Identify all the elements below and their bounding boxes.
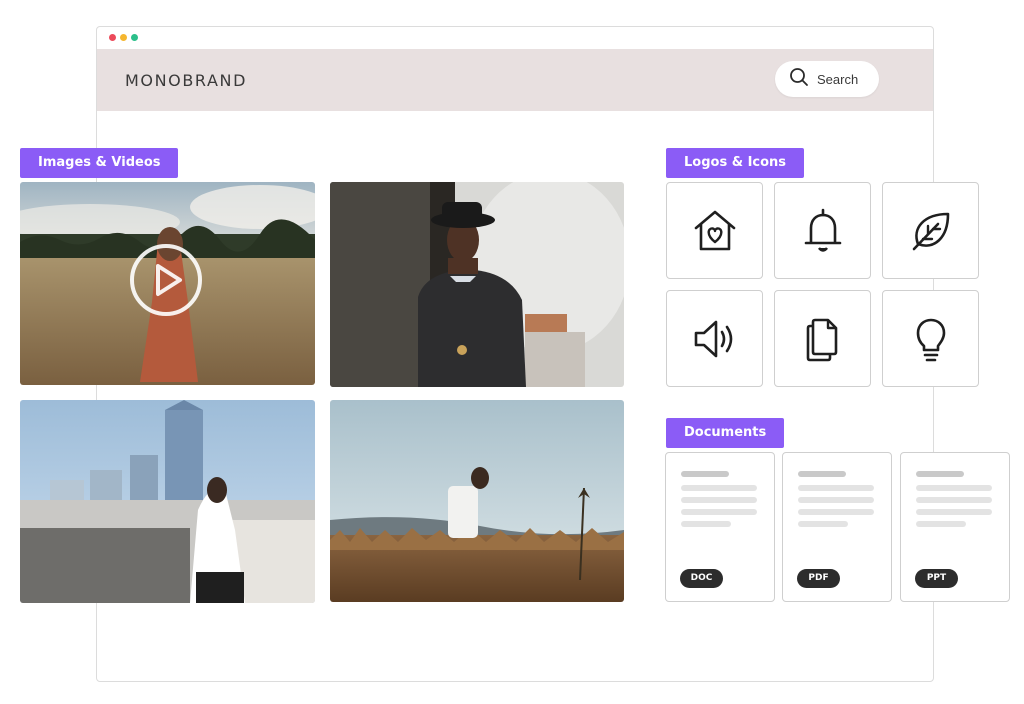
photo-man-wheat-field[interactable] [330, 400, 624, 602]
search-icon [789, 67, 809, 92]
ppt-type-badge: PPT [915, 569, 958, 588]
doc-text-line [798, 521, 848, 527]
documents-tag: Documents [666, 418, 785, 448]
doc-text-line [681, 521, 731, 527]
maximize-dot[interactable] [131, 34, 138, 41]
doc-text-line [916, 521, 966, 527]
video-thumbnail-woman-field[interactable] [20, 182, 315, 385]
brand-header: MONOBRAND Search [97, 49, 933, 111]
search-button[interactable]: Search [775, 61, 879, 97]
pdf-type-badge: PDF [797, 569, 840, 588]
doc-text-line [798, 485, 874, 491]
doc-text-line [916, 509, 992, 515]
window-controls [109, 34, 138, 41]
doc-text-line [681, 509, 757, 515]
search-label: Search [817, 71, 859, 87]
doc-title-line [681, 471, 729, 477]
doc-text-line [798, 509, 874, 515]
icon-card-leaf[interactable] [882, 182, 979, 279]
photo-woman-city[interactable] [20, 400, 315, 603]
icon-card-speaker[interactable] [666, 290, 763, 387]
icon-card-documents[interactable] [774, 290, 871, 387]
doc-text-line [916, 497, 992, 503]
doc-type-badge: DOC [680, 569, 723, 588]
images-videos-tag: Images & Videos [20, 148, 179, 178]
documents-icon [806, 318, 837, 361]
icon-card-house[interactable] [666, 182, 763, 279]
lightbulb-icon [916, 318, 945, 361]
document-card-ppt[interactable]: PPT [900, 452, 1010, 602]
speaker-icon [694, 320, 732, 357]
leaf-icon [912, 212, 949, 250]
house-heart-icon [694, 210, 735, 250]
logos-icons-tag: Logos & Icons [666, 148, 805, 178]
doc-text-line [916, 485, 992, 491]
minimize-dot[interactable] [120, 34, 127, 41]
doc-text-line [681, 485, 757, 491]
document-card-doc[interactable]: DOC [665, 452, 775, 602]
document-card-pdf[interactable]: PDF [782, 452, 892, 602]
doc-text-line [681, 497, 757, 503]
doc-text-line [798, 497, 874, 503]
bell-icon [804, 208, 841, 252]
icon-card-lightbulb[interactable] [882, 290, 979, 387]
close-dot[interactable] [109, 34, 116, 41]
doc-title-line [798, 471, 846, 477]
icon-card-bell[interactable] [774, 182, 871, 279]
doc-title-line [916, 471, 964, 477]
brand-logo[interactable]: MONOBRAND [125, 71, 247, 90]
photo-man-hat[interactable] [330, 182, 624, 387]
